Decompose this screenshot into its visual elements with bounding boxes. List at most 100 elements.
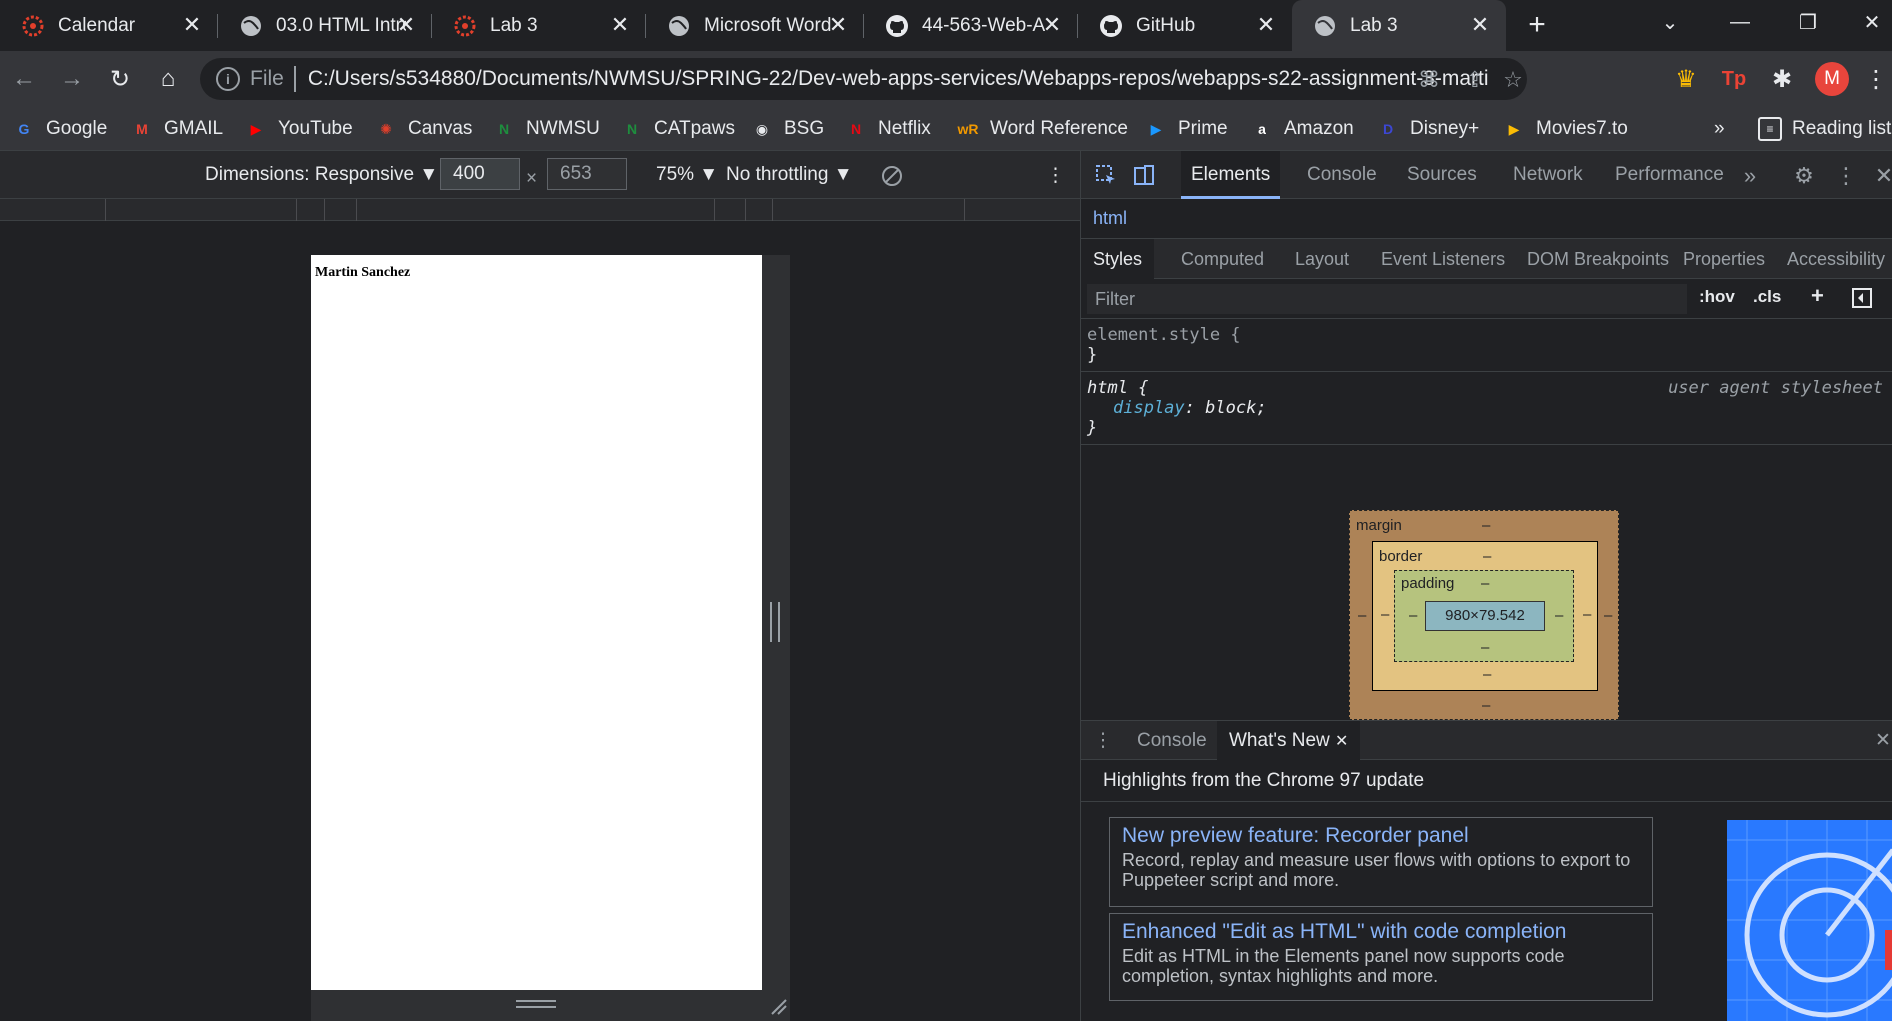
whats-new-card[interactable]: New preview feature: Recorder panel Reco… <box>1109 817 1653 907</box>
bookmark-disney[interactable]: D Disney+ <box>1376 107 1479 151</box>
media-query-ruler[interactable] <box>0 199 1080 221</box>
devtools-tab-sources[interactable]: Sources <box>1397 151 1487 199</box>
viewport-width-input[interactable]: 400 <box>440 158 520 190</box>
tab-event-listeners[interactable]: Event Listeners <box>1369 239 1517 279</box>
zoom-select[interactable]: 75% ▼ <box>656 164 718 186</box>
tab-styles[interactable]: Styles <box>1081 239 1155 279</box>
browser-menu-icon[interactable]: ⋮ <box>1860 63 1892 95</box>
close-icon[interactable]: ✕ <box>1468 13 1492 37</box>
new-tab-button[interactable]: + <box>1520 8 1554 42</box>
info-icon[interactable]: i <box>216 67 240 91</box>
breadcrumb-html[interactable]: html <box>1093 208 1127 229</box>
reload-icon[interactable]: ↻ <box>104 63 136 95</box>
close-icon[interactable]: ✕ <box>1254 13 1278 37</box>
tp-extension-icon[interactable]: Tp <box>1718 63 1750 95</box>
star-icon[interactable]: ☆ <box>1500 67 1526 93</box>
minimize-button[interactable]: — <box>1710 0 1770 45</box>
toggle-sidebar-icon[interactable] <box>1851 287 1873 314</box>
css-value[interactable]: block; <box>1205 398 1266 418</box>
gear-icon[interactable]: ⚙ <box>1791 163 1817 189</box>
forward-icon[interactable]: → <box>56 63 88 95</box>
bookmark-google[interactable]: G Google <box>12 107 108 151</box>
viewport-height-input[interactable]: 653 <box>547 158 627 190</box>
drawer-tab-console[interactable]: Console <box>1125 721 1219 761</box>
close-devtools-icon[interactable]: ✕ <box>1871 163 1892 189</box>
close-icon[interactable]: ✕ <box>1335 733 1348 750</box>
box-model-content[interactable]: 980×79.542 <box>1425 601 1545 631</box>
close-icon[interactable]: ✕ <box>608 13 632 37</box>
inspect-element-icon[interactable] <box>1093 163 1119 189</box>
devtools-tab-console[interactable]: Console <box>1297 151 1387 199</box>
styles-filter-input[interactable]: Filter <box>1087 284 1687 314</box>
throttling-select[interactable]: No throttling ▼ <box>726 164 853 186</box>
bookmark-prime[interactable]: ▶ Prime <box>1144 107 1228 151</box>
close-icon[interactable]: ✕ <box>180 13 204 37</box>
tab-properties[interactable]: Properties <box>1671 239 1777 279</box>
bookmark-movies7[interactable]: ▶ Movies7.to <box>1502 107 1628 151</box>
bookmark-canvas[interactable]: ✺ Canvas <box>374 107 472 151</box>
home-icon[interactable]: ⌂ <box>152 63 184 95</box>
new-rule-button[interactable]: + <box>1811 283 1824 309</box>
bookmark-nwmsu[interactable]: N NWMSU <box>492 107 600 151</box>
tab-github[interactable]: GitHub ✕ <box>1078 0 1292 51</box>
rule-element-style[interactable]: element.style { } <box>1081 319 1892 372</box>
crown-extension-icon[interactable]: ♛ <box>1670 63 1702 95</box>
tab-lab3-active[interactable]: Lab 3 ✕ <box>1292 0 1506 51</box>
dimensions-select[interactable]: Dimensions: Responsive ▼ <box>205 164 438 186</box>
resize-handle-bottom[interactable] <box>516 1000 556 1008</box>
box-model-border[interactable]: border – – – – padding – – – – 980×79.54… <box>1372 541 1598 691</box>
card-title[interactable]: New preview feature: Recorder panel <box>1122 824 1640 848</box>
puzzle-icon[interactable]: ✱ <box>1766 63 1798 95</box>
emulated-page[interactable]: Martin Sanchez <box>311 255 762 990</box>
tab-html-intro[interactable]: 03.0 HTML Intro ✕ <box>218 0 432 51</box>
tab-layout[interactable]: Layout <box>1283 239 1361 279</box>
more-tabs-icon[interactable]: » <box>1737 163 1763 189</box>
resize-corner-icon[interactable] <box>768 996 788 1016</box>
tab-accessibility[interactable]: Accessibility <box>1775 239 1892 279</box>
device-more-icon[interactable]: ⋮ <box>1046 164 1065 187</box>
bookmark-netflix[interactable]: N Netflix <box>844 107 931 151</box>
close-icon[interactable]: ✕ <box>1040 13 1064 37</box>
close-icon[interactable]: ✕ <box>826 13 850 37</box>
url-text[interactable]: C:/Users/s534880/Documents/NWMSU/SPRING-… <box>308 67 1488 91</box>
bookmark-gmail[interactable]: M GMAIL <box>130 107 223 151</box>
devtools-menu-icon[interactable]: ⋮ <box>1833 163 1859 189</box>
card-title[interactable]: Enhanced "Edit as HTML" with code comple… <box>1122 920 1640 944</box>
tab-computed[interactable]: Computed <box>1169 239 1276 279</box>
reading-list-button[interactable]: ≡ Reading list <box>1758 107 1891 151</box>
drawer-menu-icon[interactable]: ⋮ <box>1091 721 1115 761</box>
rotate-icon[interactable] <box>880 164 904 194</box>
whats-new-card[interactable]: Enhanced "Edit as HTML" with code comple… <box>1109 913 1653 1001</box>
share-icon[interactable]: ⇪ <box>1462 67 1488 93</box>
close-drawer-icon[interactable]: ✕ <box>1863 721 1892 761</box>
resize-handle-right[interactable] <box>770 602 780 642</box>
rule-html[interactable]: html { user agent stylesheet display: bl… <box>1081 372 1892 445</box>
tab-dom-breakpoints[interactable]: DOM Breakpoints <box>1515 239 1681 279</box>
tab-web-apps-repo[interactable]: 44-563-Web-A ✕ <box>864 0 1078 51</box>
bookmarks-overflow-button[interactable]: » <box>1714 107 1725 151</box>
bookmark-word-reference[interactable]: wR Word Reference <box>956 107 1129 151</box>
close-window-button[interactable]: ✕ <box>1842 0 1892 45</box>
devtools-tab-performance[interactable]: Performance <box>1605 151 1734 199</box>
box-model-padding[interactable]: padding – – – – 980×79.542 <box>1394 570 1574 662</box>
bookmark-youtube[interactable]: ▶ YouTube <box>244 107 353 151</box>
hov-button[interactable]: :hov <box>1699 287 1735 307</box>
cls-button[interactable]: .cls <box>1753 287 1781 307</box>
devtools-tab-network[interactable]: Network <box>1503 151 1593 199</box>
bookmark-bsg[interactable]: ◉ BSG <box>750 107 824 151</box>
tab-search-button[interactable]: ⌄ <box>1640 0 1700 45</box>
tab-calendar[interactable]: Calendar ✕ <box>0 0 218 51</box>
css-property[interactable]: display <box>1113 398 1185 418</box>
tab-microsoft-word[interactable]: Microsoft Word ✕ <box>646 0 864 51</box>
back-icon[interactable]: ← <box>8 63 40 95</box>
restore-button[interactable]: ❐ <box>1778 0 1838 45</box>
chrome-update-thumbnail[interactable] <box>1727 820 1892 1021</box>
bookmark-catpaws[interactable]: N CATpaws <box>620 107 735 151</box>
drawer-tab-whats-new[interactable]: What's New ✕ <box>1217 721 1361 761</box>
address-bar[interactable]: i File C:/Users/s534880/Documents/NWMSU/… <box>200 58 1527 100</box>
tab-lab3-canvas[interactable]: Lab 3 ✕ <box>432 0 646 51</box>
box-model-margin[interactable]: margin – – – – border – – – – padding – … <box>1349 510 1619 720</box>
translate-icon[interactable]: ⌘ <box>1416 67 1442 93</box>
close-icon[interactable]: ✕ <box>394 13 418 37</box>
bookmark-amazon[interactable]: a Amazon <box>1250 107 1354 151</box>
